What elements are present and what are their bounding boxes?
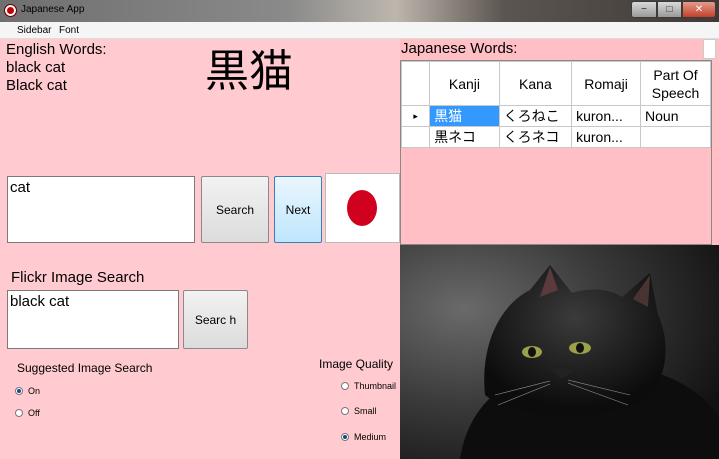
cell-part-of-speech[interactable]: Noun xyxy=(640,105,711,127)
english-words-heading: English Words: xyxy=(6,41,107,58)
japanese-words-grid[interactable]: Kanji Kana Romaji Part Of Speech ▸ 黒猫 くろ… xyxy=(400,60,712,245)
japanese-words-heading: Japanese Words: xyxy=(401,40,518,57)
suggested-on-label: On xyxy=(28,386,41,396)
menu-font[interactable]: Font xyxy=(59,25,79,36)
cell-kanji[interactable]: 黒猫 xyxy=(429,105,500,127)
suggested-off-radio[interactable] xyxy=(15,409,23,417)
maximize-button[interactable]: □ xyxy=(657,1,682,18)
table-row[interactable]: 黒ネコ くろネコ kuron... xyxy=(400,126,711,148)
cell-kana[interactable]: くろネコ xyxy=(498,126,573,148)
quality-small-label: Small xyxy=(354,406,377,416)
image-quality-heading: Image Quality xyxy=(319,357,394,371)
flickr-search-heading: Flickr Image Search xyxy=(11,269,145,286)
quality-small-radio[interactable] xyxy=(341,407,349,415)
close-button[interactable]: ✕ xyxy=(682,1,716,18)
cell-romaji[interactable]: kuron... xyxy=(571,105,642,127)
window-title: Japanese App xyxy=(21,4,85,15)
panel-scrollbar[interactable] xyxy=(703,39,716,59)
column-header-romaji[interactable]: Romaji xyxy=(571,61,642,106)
kanji-display: 黒猫 xyxy=(205,46,293,97)
quality-medium-label: Medium xyxy=(354,432,387,442)
cat-photo-graphic xyxy=(400,245,719,459)
cell-kanji[interactable]: 黒ネコ xyxy=(429,126,500,148)
table-row[interactable]: ▸ 黒猫 くろねこ kuron... Noun xyxy=(400,105,711,127)
quality-thumbnail-radio[interactable] xyxy=(341,382,349,390)
word-search-input[interactable]: cat xyxy=(7,176,195,243)
english-word: Black cat xyxy=(6,77,67,94)
suggested-search-heading: Suggested Image Search xyxy=(17,361,153,375)
cell-romaji[interactable]: kuron... xyxy=(571,126,642,148)
row-selector-icon[interactable]: ▸ xyxy=(400,105,431,127)
cell-part-of-speech[interactable] xyxy=(640,126,711,148)
black-cat-photo xyxy=(400,245,719,459)
column-header-kana[interactable]: Kana xyxy=(498,61,573,106)
menu-bar xyxy=(0,22,719,39)
suggested-on-radio[interactable] xyxy=(15,387,23,395)
next-button[interactable]: Next xyxy=(274,176,322,243)
english-word: black cat xyxy=(6,59,66,76)
search-button[interactable]: Search xyxy=(201,176,269,243)
japan-flag-image xyxy=(325,173,400,243)
suggested-off-label: Off xyxy=(28,408,40,418)
app-record-icon xyxy=(4,4,17,17)
row-selector[interactable] xyxy=(400,126,431,148)
quality-thumbnail-label: Thumbnail xyxy=(354,381,397,391)
quality-medium-radio[interactable] xyxy=(341,433,349,441)
flag-circle xyxy=(347,190,377,226)
minimize-button[interactable]: − xyxy=(631,1,657,18)
title-bar xyxy=(0,0,719,22)
flickr-search-input[interactable]: black cat xyxy=(7,290,179,349)
menu-sidebar[interactable]: Sidebar xyxy=(17,25,51,36)
left-panel xyxy=(0,39,400,459)
flickr-search-button[interactable]: Searc h xyxy=(183,290,248,349)
column-header-part-of-speech[interactable]: Part Of Speech xyxy=(640,61,711,106)
cell-kana[interactable]: くろねこ xyxy=(498,105,573,127)
column-header-kanji[interactable]: Kanji xyxy=(429,61,500,106)
grid-corner xyxy=(400,61,431,106)
